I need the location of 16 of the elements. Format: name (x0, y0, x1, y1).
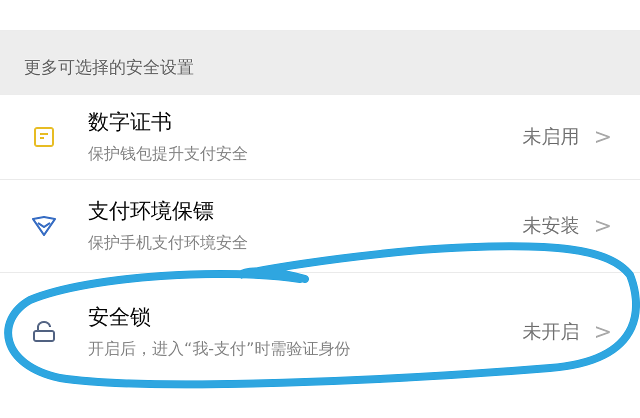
chevron-icon: > (594, 214, 612, 238)
shield-icon (31, 215, 57, 237)
status-label: 未开启 (522, 320, 580, 345)
status-label: 未启用 (522, 125, 580, 150)
item-description: 保护钱包提升支付安全 (88, 143, 249, 166)
lock-icon (32, 321, 56, 343)
chevron-icon: > (594, 124, 612, 150)
status-label: 未安装 (522, 214, 580, 239)
item-description: 开启后，进入“我-支付”时需验证身份 (88, 338, 352, 360)
item-description: 保护手机支付环境安全 (88, 232, 249, 254)
item-title: 数字证书 (88, 109, 173, 136)
chevron-icon: > (594, 320, 612, 344)
section-header: 更多可选择的安全设置 (24, 57, 194, 79)
certificate-icon (33, 126, 55, 148)
item-title: 支付环境保镖 (88, 198, 215, 226)
item-title: 安全锁 (88, 304, 152, 332)
